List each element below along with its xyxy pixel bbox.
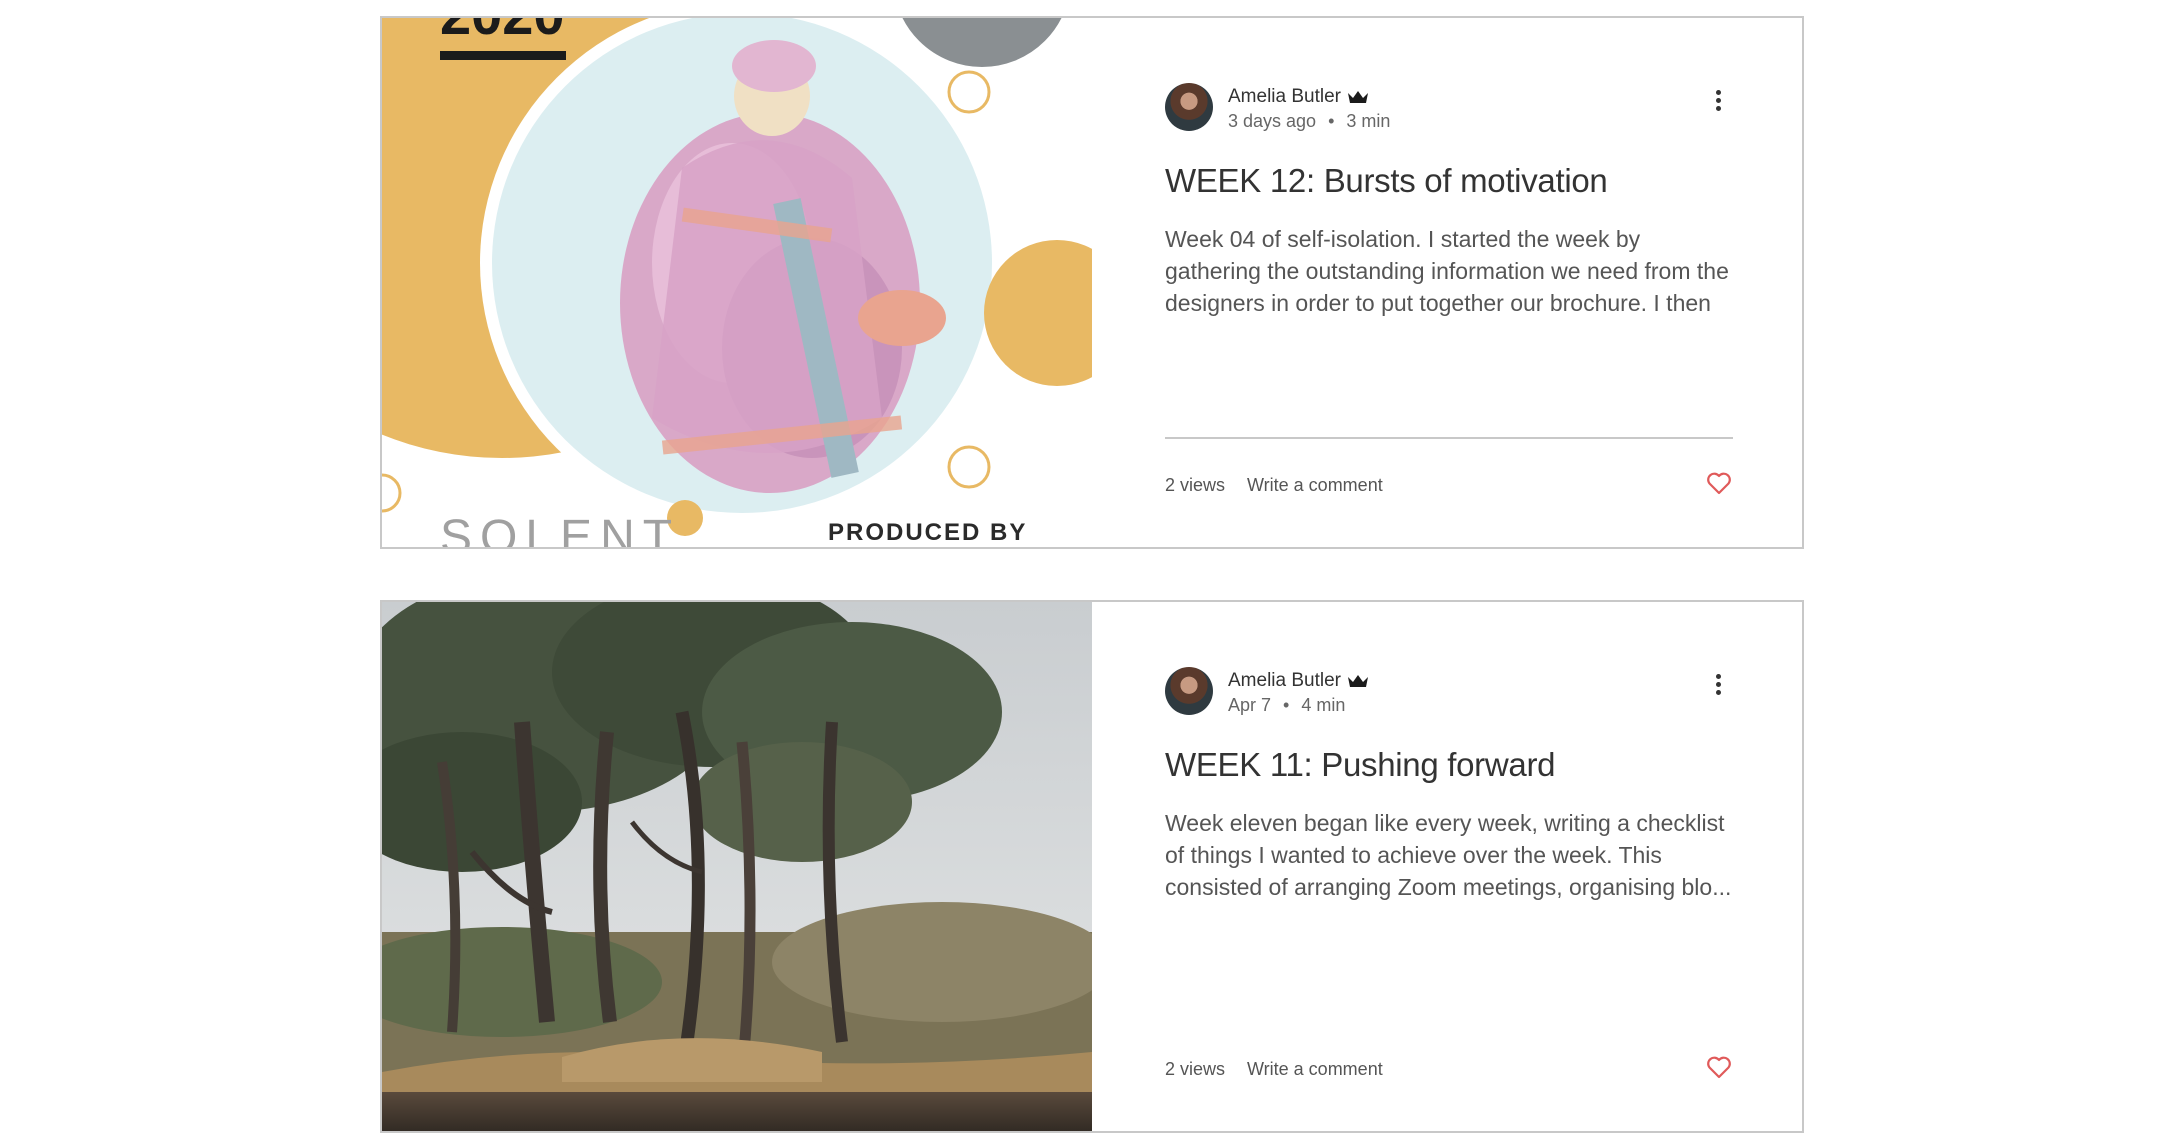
post-title[interactable]: WEEK 11: Pushing forward	[1165, 746, 1765, 784]
blog-post-card[interactable]: 2020 SOLENT PRODUCED BY	[380, 16, 1804, 549]
views-count: 2 views	[1165, 1059, 1226, 1079]
post-cover-image[interactable]	[382, 602, 1092, 1131]
divider	[1165, 437, 1733, 439]
write-comment-link[interactable]: Write a comment	[1247, 475, 1383, 496]
blog-post-card[interactable]: Amelia Butler Apr 7 • 4 min WEEK 11: Pushi…	[380, 600, 1804, 1133]
avatar[interactable]	[1165, 83, 1213, 131]
read-time: 4 min	[1301, 695, 1346, 715]
meta-separator: •	[1283, 695, 1290, 715]
heart-icon[interactable]	[1705, 469, 1733, 497]
cover-brand-text: SOLENT	[440, 511, 680, 547]
post-meta: Apr 7 • 4 min	[1228, 695, 1345, 716]
post-author-row: Amelia Butler Apr 7 • 4 min	[1165, 665, 1725, 717]
avatar[interactable]	[1165, 667, 1213, 715]
post-excerpt[interactable]: Week 04 of self-isolation. I started the…	[1165, 223, 1737, 319]
author-name[interactable]: Amelia Butler	[1228, 86, 1341, 108]
post-footer: 2 views Write a comment	[1165, 1049, 1733, 1089]
heart-icon[interactable]	[1705, 1053, 1733, 1081]
more-vertical-icon[interactable]	[1714, 90, 1722, 116]
crown-icon	[1348, 91, 1368, 103]
post-cover-image[interactable]: 2020 SOLENT PRODUCED BY	[382, 18, 1092, 547]
crown-icon	[1348, 675, 1368, 687]
post-content: Amelia Butler Apr 7 • 4 min WEEK 11: Pushi…	[1165, 602, 1802, 1131]
post-date: 3 days ago	[1228, 111, 1317, 131]
post-date: Apr 7	[1228, 695, 1272, 715]
post-meta: 3 days ago • 3 min	[1228, 111, 1390, 132]
more-vertical-icon[interactable]	[1714, 674, 1722, 700]
write-comment-link[interactable]: Write a comment	[1247, 1059, 1383, 1080]
post-content: Amelia Butler 3 days ago • 3 min WEEK 12: …	[1165, 18, 1802, 547]
meta-separator: •	[1328, 111, 1335, 131]
brochure-cover-graphic: 2020 SOLENT PRODUCED BY	[382, 18, 1092, 547]
views-count: 2 views	[1165, 475, 1226, 495]
cover-produced-text: PRODUCED BY	[828, 519, 1027, 546]
cover-year: 2020	[440, 18, 565, 46]
forest-photo	[382, 602, 1092, 1131]
read-time: 3 min	[1346, 111, 1391, 131]
post-title[interactable]: WEEK 12: Bursts of motivation	[1165, 162, 1765, 200]
post-excerpt[interactable]: Week eleven began like every week, writi…	[1165, 807, 1737, 903]
post-author-row: Amelia Butler 3 days ago • 3 min	[1165, 81, 1725, 133]
author-name[interactable]: Amelia Butler	[1228, 670, 1341, 692]
post-footer: 2 views Write a comment	[1165, 465, 1733, 505]
